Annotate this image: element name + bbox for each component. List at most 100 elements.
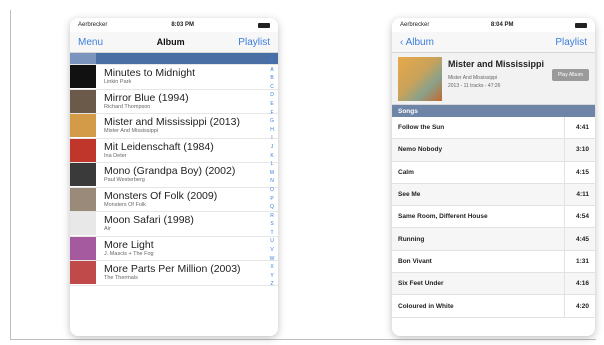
track-duration: 4:16 [564, 273, 589, 295]
album-row-artist: Ina Deter [104, 152, 127, 159]
album-row-title: More Light [104, 238, 154, 251]
status-bar: Aerbrecker 8:03 PM [70, 18, 278, 32]
track-row[interactable]: Calm 4:15 [392, 161, 595, 184]
album-thumbnail [70, 187, 96, 211]
track-row[interactable]: See Me 4:11 [392, 183, 595, 207]
track-duration: 4:11 [564, 183, 589, 206]
index-letter[interactable]: D [270, 91, 274, 100]
index-letter[interactable]: P [270, 195, 273, 204]
track-row[interactable]: Follow the Sun 4:41 [392, 117, 595, 140]
page-title: Album [156, 37, 185, 47]
track-row[interactable]: Nemo Nobody 3:10 [392, 139, 595, 162]
track-duration: 4:54 [564, 206, 589, 228]
album-row-artist: Mister And Mississippi [104, 128, 159, 135]
index-letter[interactable]: I [271, 134, 272, 143]
index-letter[interactable]: Q [270, 203, 274, 212]
index-letter[interactable]: U [270, 237, 274, 246]
back-button[interactable]: ‹ Album [400, 37, 434, 48]
track-duration: 4:41 [564, 117, 589, 139]
section-header-row [70, 53, 278, 65]
playlist-button[interactable]: Playlist [555, 37, 587, 48]
track-title: See Me [398, 191, 421, 199]
index-letter[interactable]: M [270, 169, 274, 178]
track-duration: 4:45 [564, 228, 589, 250]
index-letter[interactable]: A [270, 66, 273, 75]
track-row[interactable]: Same Room, Different House 4:54 [392, 206, 595, 229]
status-bar: Aerbrecker 8:04 PM [392, 18, 595, 32]
album-header: Mister and Mississippi Mister And Missis… [392, 53, 595, 105]
album-thumbnail [70, 163, 96, 187]
album-row-artist: Monsters Of Folk [104, 201, 146, 208]
album-row[interactable]: Mister and Mississippi (2013) Mister And … [70, 114, 278, 139]
track-title: Running [398, 235, 425, 243]
track-title: Nemo Nobody [398, 146, 443, 154]
index-letter[interactable]: Z [270, 280, 273, 289]
album-thumbnail [70, 236, 96, 260]
album-row[interactable]: Mirror Blue (1994) Richard Thompson [70, 89, 278, 114]
album-row-artist: Richard Thompson [104, 103, 151, 110]
album-art [398, 57, 442, 101]
track-title: Coloured in White [398, 302, 454, 310]
playlist-button[interactable]: Playlist [238, 37, 270, 48]
index-letter[interactable]: O [270, 186, 274, 195]
album-row[interactable]: Moon Safari (1998) Air [70, 212, 278, 237]
album-row[interactable]: Monsters Of Folk (2009) Monsters Of Folk [70, 187, 278, 212]
album-row-title: Moon Safari (1998) [104, 214, 194, 227]
songs-section-header: Songs [392, 105, 595, 117]
track-row[interactable]: Coloured in White 4:20 [392, 295, 595, 318]
index-letter[interactable]: G [270, 117, 274, 126]
album-row-title: Minutes to Midnight [104, 67, 196, 80]
album-row-title: More Parts Per Million (2003) [104, 263, 241, 276]
carrier-label: Aerbrecker [78, 22, 108, 28]
album-thumbnail [70, 212, 96, 236]
index-letter[interactable]: T [270, 229, 273, 238]
album-meta: 2013 - 11 tracks - 47:26 [448, 83, 501, 89]
nav-bar: ‹ Album Playlist [392, 32, 595, 53]
index-letter[interactable]: S [270, 220, 273, 229]
track-duration: 3:10 [564, 139, 589, 161]
index-letter[interactable]: K [270, 152, 273, 161]
index-letter[interactable]: Q [270, 57, 274, 66]
index-letter[interactable]: E [270, 100, 273, 109]
album-row-artist: The Thermals [104, 275, 138, 282]
album-row-title: Mister and Mississippi (2013) [104, 116, 240, 129]
index-letter[interactable]: C [270, 83, 274, 92]
play-album-button[interactable]: Play Album [551, 69, 589, 81]
index-letter[interactable]: R [270, 212, 274, 221]
index-letter[interactable]: W [270, 255, 275, 264]
track-row[interactable]: Six Feet Under 4:16 [392, 273, 595, 296]
album-list-screen: Aerbrecker 8:03 PM Menu Album Playlist M… [70, 18, 278, 336]
album-thumbnail [70, 89, 96, 113]
album-row[interactable]: Mono (Grandpa Boy) (2002) Paul Westerberg [70, 163, 278, 188]
album-row[interactable]: More Light J. Mascis + The Fog [70, 236, 278, 261]
index-letter[interactable]: J [271, 143, 274, 152]
album-thumbnail [70, 114, 96, 138]
album-row-title: Mit Leidenschaft (1984) [104, 140, 214, 153]
track-row[interactable]: Bon Vivant 1:31 [392, 250, 595, 274]
album-row[interactable]: Minutes to Midnight Linkin Park [70, 65, 278, 90]
index-letter[interactable]: N [270, 177, 274, 186]
album-row-artist: Air [104, 226, 111, 233]
track-duration: 4:20 [564, 295, 589, 317]
album-row-artist: Paul Westerberg [104, 177, 145, 184]
index-letter[interactable]: F [270, 109, 273, 118]
track-row[interactable]: Running 4:45 [392, 228, 595, 251]
index-letter[interactable]: V [270, 246, 273, 255]
alphabet-index[interactable]: QABCDEFGHIJKLMNOPQRSTUVWXYZ [268, 57, 276, 289]
album-row-artist: Linkin Park [104, 79, 132, 86]
index-letter[interactable]: B [270, 74, 273, 83]
album-detail-screen: Aerbrecker 8:04 PM ‹ Album Playlist Mist… [392, 18, 595, 336]
index-letter[interactable]: Y [270, 272, 273, 281]
menu-button[interactable]: Menu [78, 37, 103, 48]
album-row[interactable]: More Parts Per Million (2003) The Thermal… [70, 261, 278, 286]
album-artist: Mister And Mississippi [448, 75, 498, 81]
album-row-title: Mirror Blue (1994) [104, 91, 189, 104]
index-letter[interactable]: L [271, 160, 274, 169]
track-title: Bon Vivant [398, 257, 432, 265]
album-row[interactable]: Mit Leidenschaft (1984) Ina Deter [70, 138, 278, 163]
battery-icon [575, 22, 587, 28]
index-letter[interactable]: X [270, 263, 273, 272]
index-letter[interactable]: H [270, 126, 274, 135]
track-title: Same Room, Different House [398, 213, 488, 221]
track-title: Six Feet Under [398, 280, 444, 288]
